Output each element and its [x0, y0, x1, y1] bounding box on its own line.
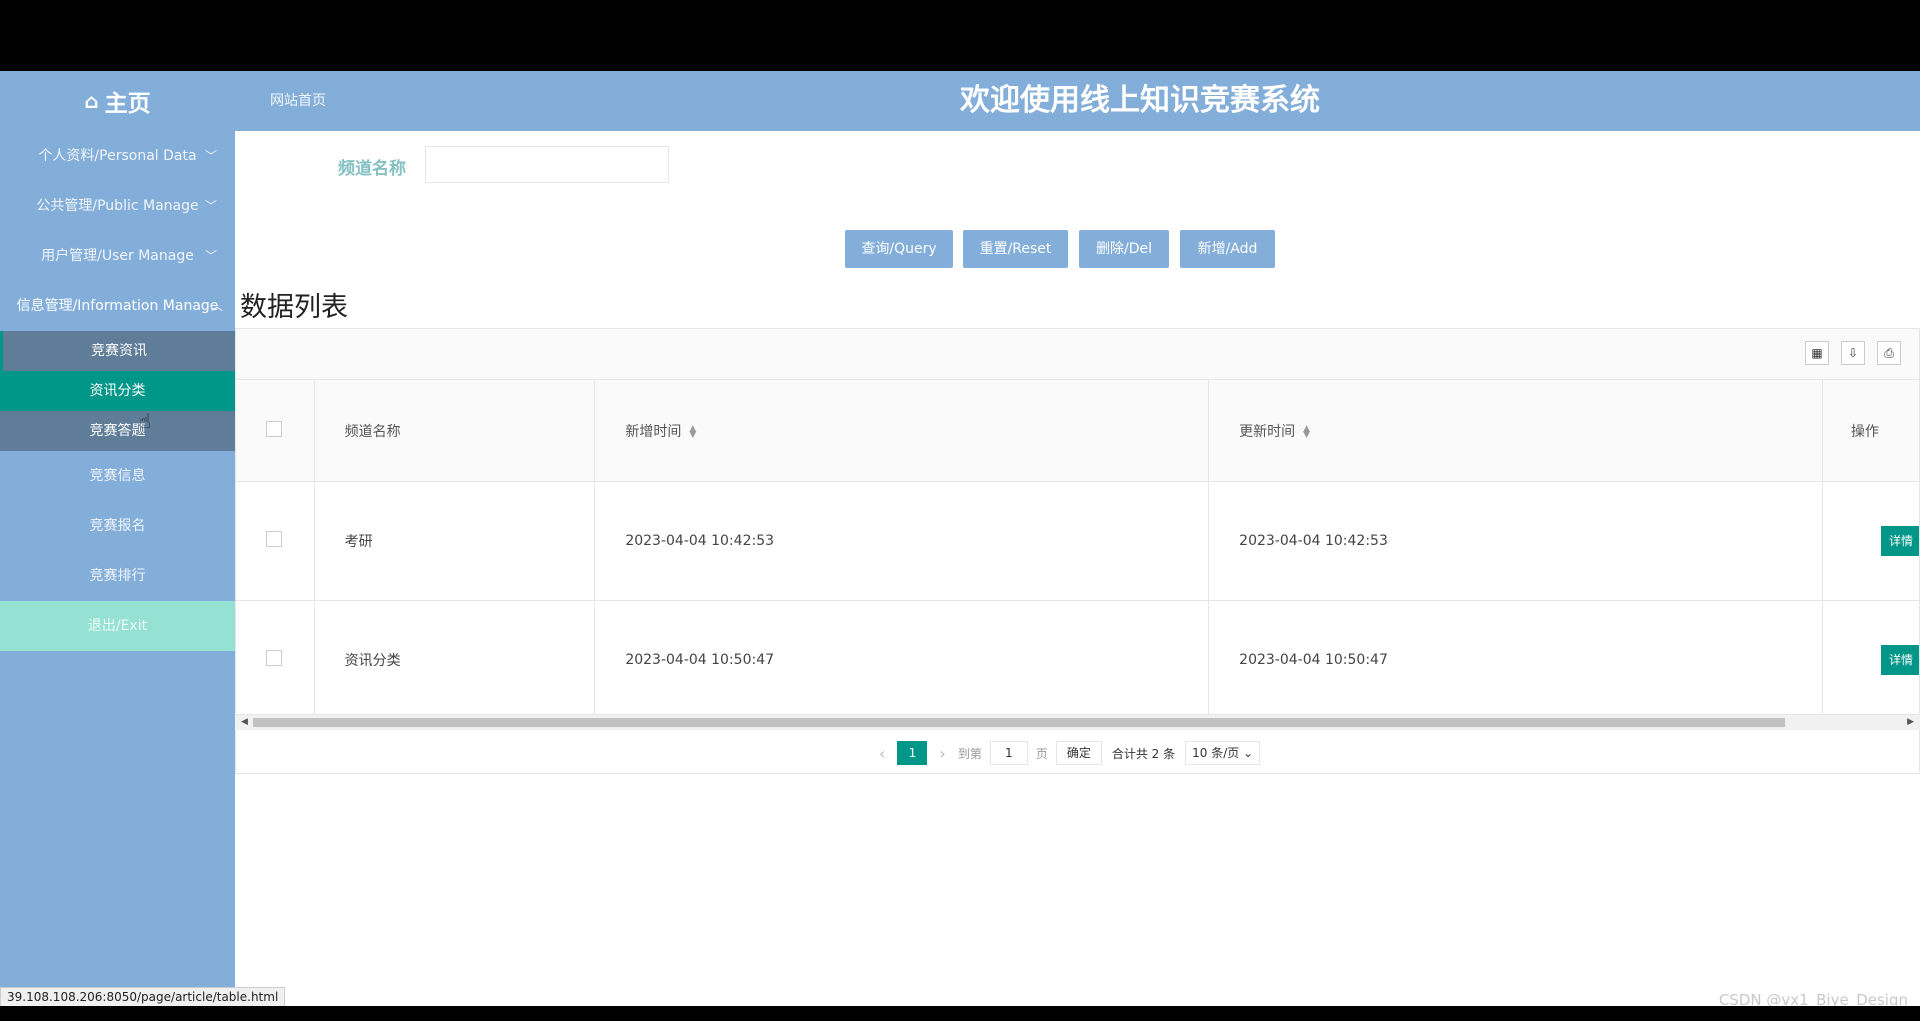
column-header-name: 频道名称 [314, 380, 596, 482]
goto-confirm-button[interactable]: 确定 [1055, 741, 1102, 765]
menu-label: 公共管理/Public Manage [36, 198, 199, 214]
select-all-checkbox[interactable] [266, 420, 282, 437]
sidebar-item-contest-rank[interactable]: 竞赛排行 [0, 551, 235, 601]
sidebar-item-contest-info[interactable]: 竞赛信息 [0, 451, 235, 501]
add-button[interactable]: 新增/Add [1180, 230, 1275, 268]
column-header-created[interactable]: 新增时间 ▲ ▼ [594, 380, 1210, 482]
column-header-label: 更新时间 [1239, 423, 1296, 440]
cell-created: 2023-04-04 10:42:53 [594, 481, 1210, 601]
hand-cursor-icon: ☝ [139, 409, 152, 433]
detail-button[interactable]: 详情 [1881, 526, 1919, 556]
column-header-updated[interactable]: 更新时间 ▲ ▼ [1208, 380, 1823, 482]
table-toolbar: ▦ ⇩ ⎙ [236, 329, 1919, 380]
brand-home-link[interactable]: ⌂ 主页 [0, 71, 235, 131]
table-row: 资讯分类 2023-04-04 10:50:47 2023-04-04 10:5… [236, 600, 1919, 720]
chevron-up-icon: ︿ [210, 299, 223, 313]
home-icon: ⌂ [84, 89, 99, 113]
watermark: CSDN @vx1_Biye_Design [1718, 991, 1908, 1006]
print-icon[interactable]: ⎙ [1877, 341, 1901, 365]
menu-label: 信息管理/Information Manage [16, 298, 219, 314]
prev-page-icon[interactable]: ‹ [879, 744, 885, 763]
pagination-bar: ‹ 1 › 到第 1 页 确定 合计共 2 条 10 条/页 ⌄ [235, 730, 1920, 774]
menu-label: 用户管理/User Manage [41, 248, 194, 264]
chevron-down-icon: ﹀ [204, 149, 217, 163]
search-label: 频道名称 [338, 159, 406, 179]
app-title: 欢迎使用线上知识竞赛系统 [960, 83, 1320, 118]
row-checkbox[interactable] [266, 650, 282, 666]
table-grid: 频道名称 新增时间 ▲ ▼ 更新时间 ▲ ▼ 操作 考研 2023-04-04 10:4… [236, 380, 1919, 720]
top-bar: ⌂ 主页 网站首页 欢迎使用线上知识竞赛系统 [0, 71, 1920, 131]
cell-name: 资讯分类 [314, 600, 596, 720]
horizontal-scrollbar[interactable]: ◀ ▶ [235, 714, 1920, 730]
data-table: ▦ ⇩ ⎙ 频道名称 新增时间 ▲ ▼ 更新时间 ▲ ▼ 操作 考研 2023-04-0… [235, 328, 1920, 729]
list-title: 数据列表 [240, 292, 348, 323]
detail-button[interactable]: 详情 [1881, 645, 1919, 675]
browser-viewport: ⌂ 主页 网站首页 欢迎使用线上知识竞赛系统 个人资料/Personal Dat… [0, 71, 1920, 1006]
current-page[interactable]: 1 [897, 741, 928, 765]
next-page-icon[interactable]: › [939, 744, 945, 763]
row-checkbox[interactable] [266, 531, 282, 547]
table-row: 考研 2023-04-04 10:42:53 2023-04-04 10:42:… [236, 481, 1919, 601]
scrollbar-thumb[interactable] [253, 718, 1785, 727]
sort-icon[interactable]: ▲ ▼ [689, 424, 696, 439]
page-size-value: 10 条/页 [1192, 746, 1240, 760]
chevron-down-icon: ⌄ [1243, 746, 1254, 760]
scroll-left-icon[interactable]: ◀ [241, 715, 248, 730]
row-select-cell [236, 600, 315, 720]
main-content: 频道名称 查询/Query 重置/Reset 删除/Del 新增/Add 数据列… [235, 131, 1920, 1006]
sidebar-item-news[interactable]: 竞赛资讯 [0, 331, 235, 371]
goto-page-input[interactable]: 1 [989, 741, 1028, 765]
sidebar: 个人资料/Personal Data ﹀ 公共管理/Public Manage … [0, 131, 235, 1006]
page-unit-label: 页 [1035, 746, 1048, 761]
status-url: 39.108.108.206:8050/page/article/table.h… [0, 987, 286, 1006]
total-count: 合计共 2 条 [1111, 746, 1176, 761]
export-icon[interactable]: ⇩ [1841, 341, 1865, 365]
cell-created: 2023-04-04 10:50:47 [594, 600, 1210, 720]
column-header-action: 操作 [1822, 380, 1919, 482]
site-home-link[interactable]: 网站首页 [270, 71, 326, 131]
menu-information-manage[interactable]: 信息管理/Information Manage ︿ [0, 281, 235, 331]
menu-personal-data[interactable]: 个人资料/Personal Data ﹀ [0, 131, 235, 181]
column-header-label: 新增时间 [625, 423, 682, 440]
brand-label: 主页 [104, 91, 151, 117]
cell-updated: 2023-04-04 10:42:53 [1208, 481, 1823, 601]
chevron-down-icon: ﹀ [204, 199, 217, 213]
page-size-select[interactable]: 10 条/页 ⌄ [1185, 741, 1261, 765]
sidebar-item-answer[interactable]: 竞赛答题 [0, 411, 235, 451]
pagination: ‹ 1 › 到第 1 页 确定 合计共 2 条 10 条/页 ⌄ [879, 741, 1261, 765]
menu-public-manage[interactable]: 公共管理/Public Manage ﹀ [0, 181, 235, 231]
cell-action: 详情 [1822, 600, 1919, 720]
query-button[interactable]: 查询/Query [845, 230, 953, 268]
cell-updated: 2023-04-04 10:50:47 [1208, 600, 1823, 720]
sidebar-item-contest-signup[interactable]: 竞赛报名 [0, 501, 235, 551]
delete-button[interactable]: 删除/Del [1079, 230, 1169, 268]
sidebar-item-news-category[interactable]: 资讯分类 [0, 371, 235, 411]
menu-user-manage[interactable]: 用户管理/User Manage ﹀ [0, 231, 235, 281]
select-all-cell [236, 380, 315, 482]
table-header-row: 频道名称 新增时间 ▲ ▼ 更新时间 ▲ ▼ 操作 [236, 380, 1919, 482]
cell-name: 考研 [314, 481, 596, 601]
channel-name-input[interactable] [425, 146, 669, 183]
menu-label: 个人资料/Personal Data [38, 148, 197, 164]
cell-action: 详情 [1822, 481, 1919, 601]
row-select-cell [236, 481, 315, 601]
scroll-right-icon[interactable]: ▶ [1907, 715, 1914, 730]
reset-button[interactable]: 重置/Reset [963, 230, 1068, 268]
columns-icon[interactable]: ▦ [1805, 341, 1829, 365]
goto-label: 到第 [957, 746, 982, 761]
sort-icon[interactable]: ▲ ▼ [1303, 424, 1310, 439]
sidebar-item-exit[interactable]: 退出/Exit [0, 601, 235, 651]
chevron-down-icon: ﹀ [204, 249, 217, 263]
